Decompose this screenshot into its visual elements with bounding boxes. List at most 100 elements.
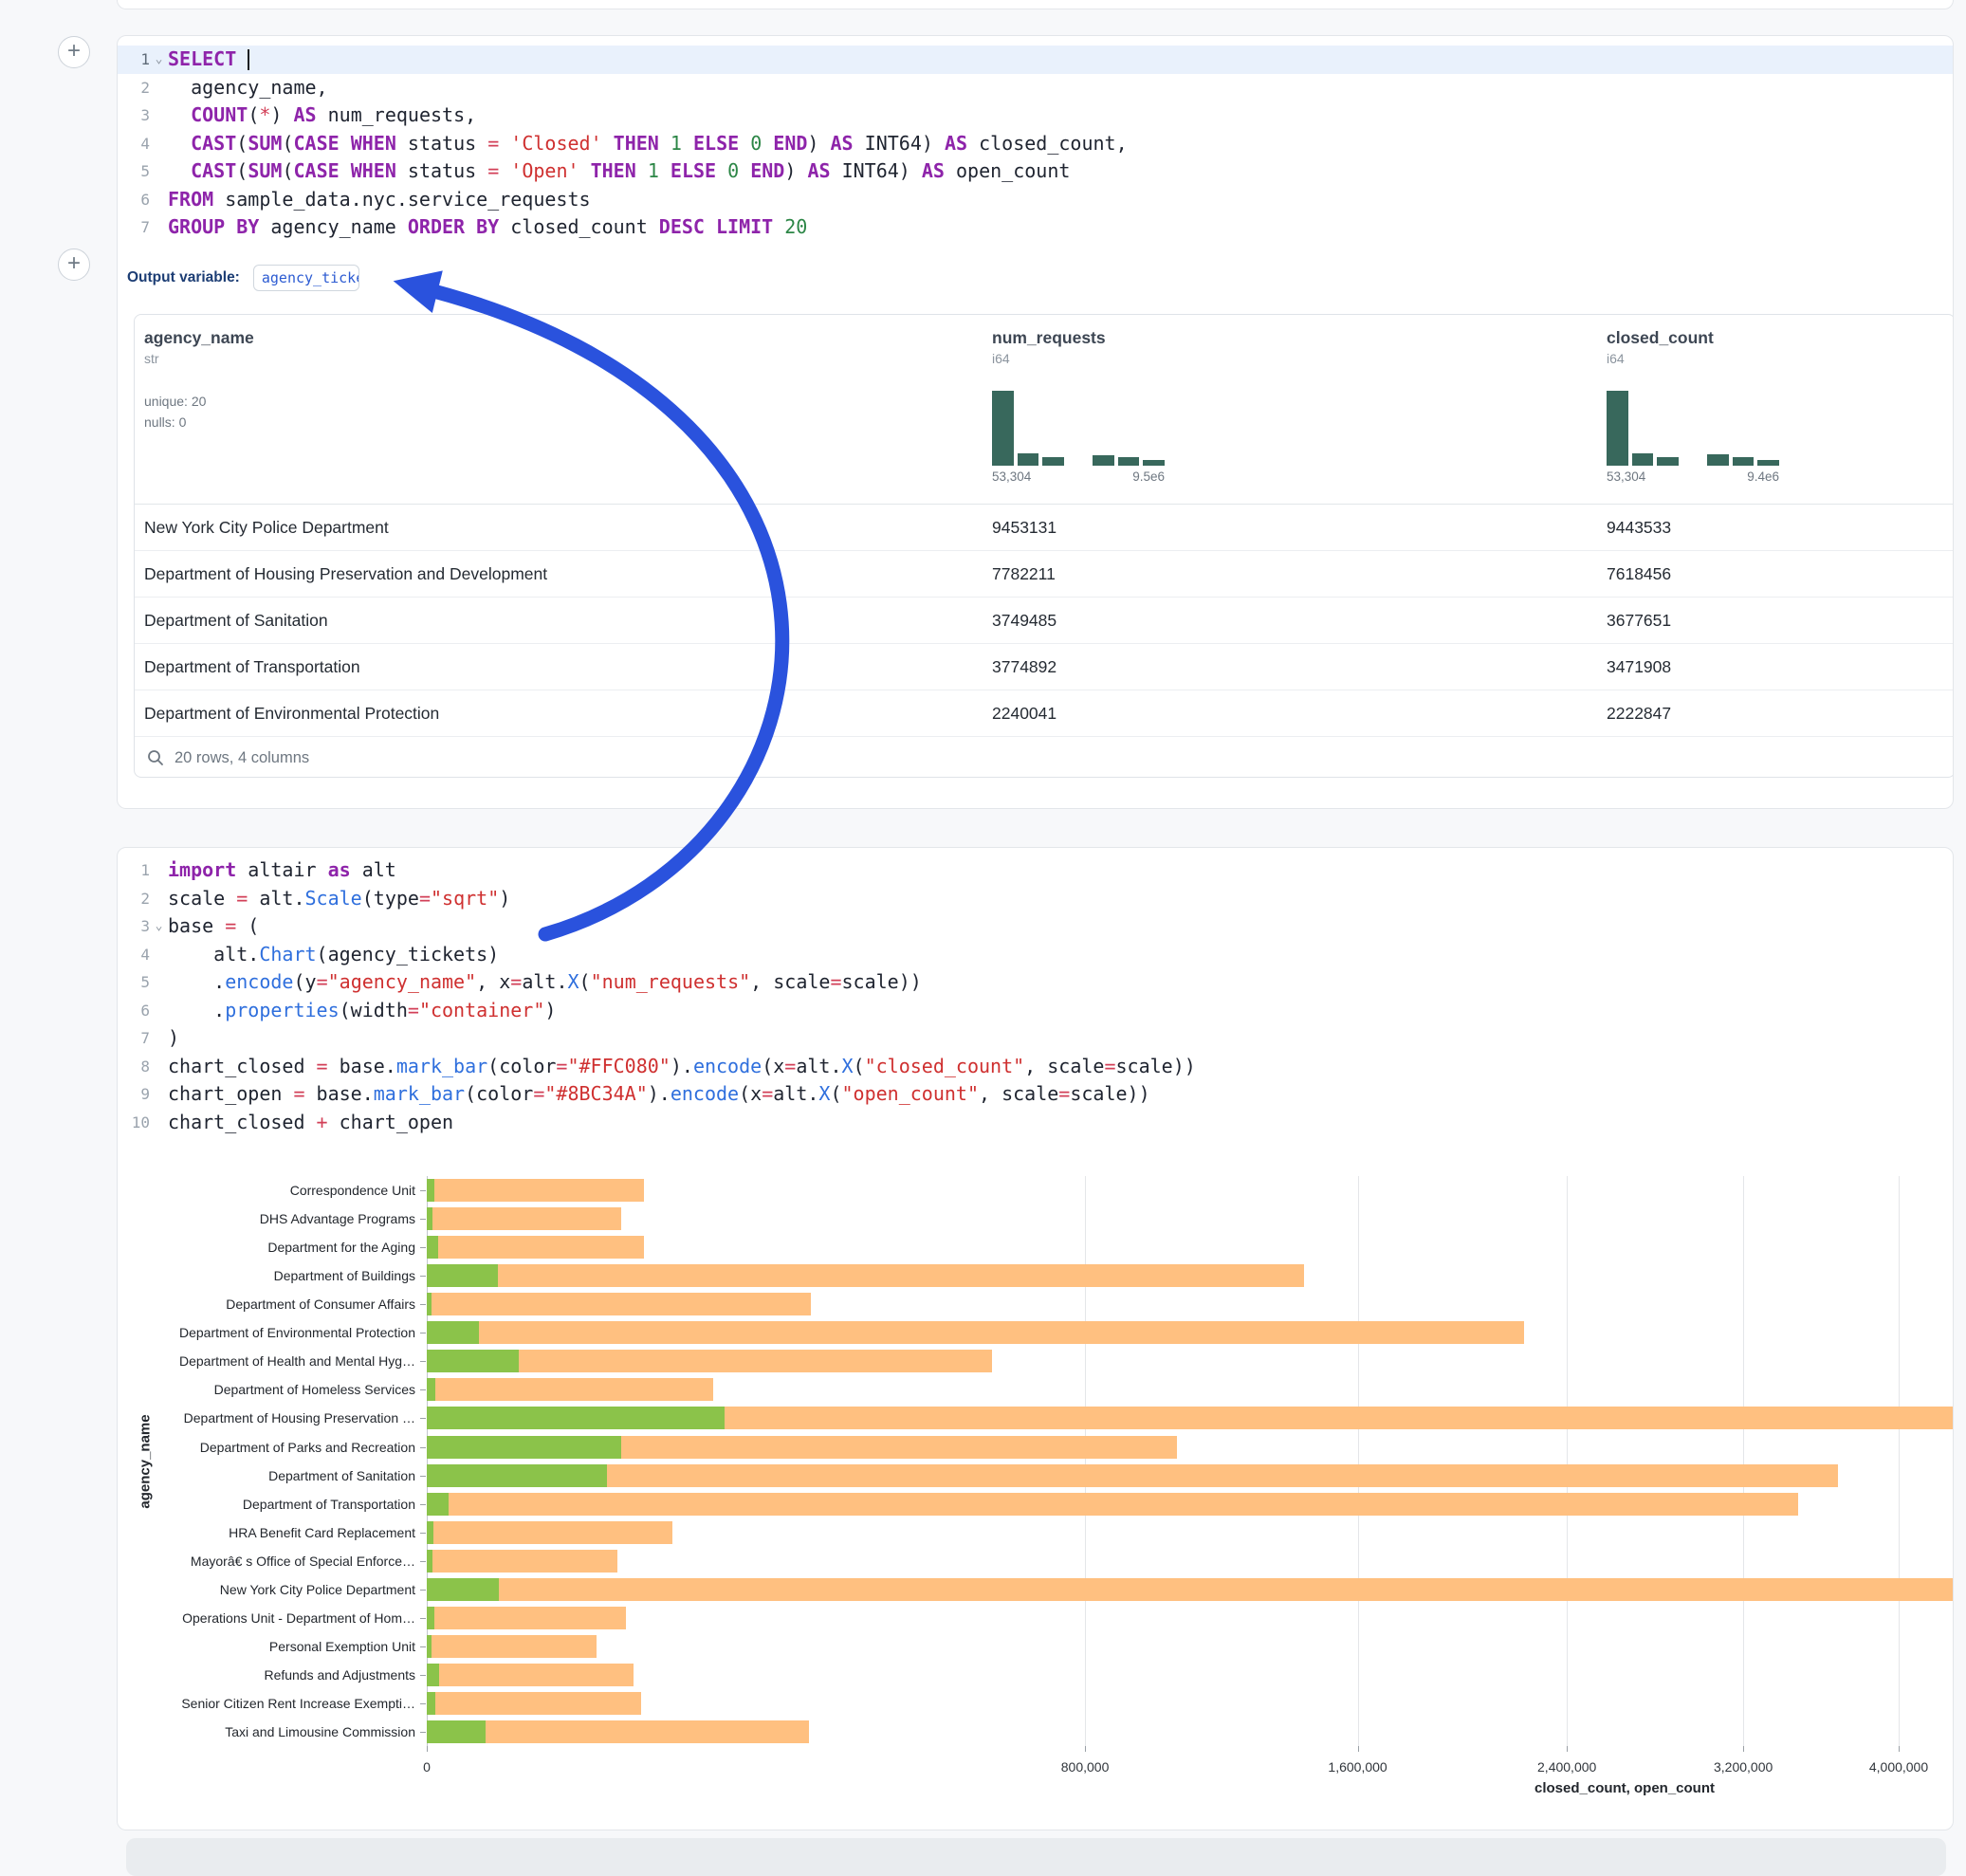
bar-open_count bbox=[427, 1664, 439, 1686]
y-axis-tick bbox=[420, 1590, 426, 1591]
line-number: 1 bbox=[118, 46, 150, 74]
search-icon[interactable] bbox=[146, 748, 165, 767]
x-tick-label: 3,200,000 bbox=[1714, 1759, 1773, 1775]
table-cell: 7618456 bbox=[1607, 551, 1671, 597]
histogram-bar bbox=[1018, 453, 1039, 466]
code-line[interactable]: 3 COUNT(*) AS num_requests, bbox=[118, 101, 1953, 130]
category-label: Personal Exemption Unit bbox=[118, 1638, 415, 1655]
histogram-bar bbox=[1042, 457, 1064, 466]
bar-open_count bbox=[427, 1578, 499, 1601]
previous-cell-edge bbox=[117, 0, 1954, 9]
fold-spacer bbox=[150, 101, 168, 130]
add-cell-button[interactable]: + bbox=[58, 36, 90, 68]
y-axis-tick bbox=[420, 1276, 426, 1277]
y-axis-tick bbox=[420, 1618, 426, 1619]
bar-open_count bbox=[427, 1607, 434, 1629]
line-number: 6 bbox=[118, 186, 150, 214]
python-cell: 1import altair as alt2scale = alt.Scale(… bbox=[117, 847, 1954, 1830]
y-axis-tick bbox=[420, 1190, 426, 1191]
y-axis-tick bbox=[420, 1219, 426, 1220]
bar-open_count bbox=[427, 1236, 438, 1259]
line-number: 2 bbox=[118, 74, 150, 102]
category-label: Department of Consumer Affairs bbox=[118, 1296, 415, 1313]
fold-spacer bbox=[150, 74, 168, 102]
category-label: Department of Transportation bbox=[118, 1496, 415, 1513]
category-label: Mayorâ€ s Office of Special Enforce… bbox=[118, 1553, 415, 1570]
output-variable-chip[interactable]: agency_tickets bbox=[253, 265, 359, 291]
code-line[interactable]: 2 agency_name, bbox=[118, 74, 1953, 102]
y-axis-tick bbox=[420, 1447, 426, 1448]
column-header-agency_name[interactable]: agency_namestrunique: 20nulls: 0 bbox=[144, 315, 254, 432]
y-axis-tick bbox=[420, 1732, 426, 1733]
category-label: Operations Unit - Department of Hom… bbox=[118, 1609, 415, 1627]
column-name: num_requests bbox=[992, 328, 1165, 348]
code-line[interactable]: 6FROM sample_data.nyc.service_requests bbox=[118, 186, 1953, 214]
table-cell: 9453131 bbox=[992, 505, 1056, 550]
table-cell: Department of Environmental Protection bbox=[144, 690, 439, 736]
code-text: SELECT bbox=[168, 46, 249, 74]
x-tick-label: 4,000,000 bbox=[1869, 1759, 1928, 1775]
fold-spacer bbox=[150, 186, 168, 214]
code-text: agency_name, bbox=[168, 74, 328, 102]
table-row: New York City Police Department 9453131 94… bbox=[135, 505, 1954, 551]
line-number: 3 bbox=[118, 101, 150, 130]
code-line[interactable]: 4 CAST(SUM(CASE WHEN status = 'Closed' T… bbox=[118, 130, 1953, 158]
column-stats: unique: 20nulls: 0 bbox=[144, 391, 254, 432]
table-cell: 3677651 bbox=[1607, 598, 1671, 643]
bar-closed_count bbox=[427, 1664, 634, 1686]
bar-open_count bbox=[427, 1464, 607, 1487]
histogram-min: 53,304 bbox=[1607, 469, 1645, 484]
histogram-max: 9.5e6 bbox=[1132, 469, 1165, 484]
code-line[interactable]: 7GROUP BY agency_name ORDER BY closed_co… bbox=[118, 213, 1953, 242]
table-cell: 9443533 bbox=[1607, 505, 1671, 550]
table-footer: 20 rows, 4 columns bbox=[135, 737, 1954, 779]
category-label: Department of Homeless Services bbox=[118, 1381, 415, 1398]
histogram-bar bbox=[1607, 391, 1628, 466]
bar-closed_count bbox=[427, 1550, 617, 1573]
y-axis-tick bbox=[420, 1476, 426, 1477]
y-axis-tick bbox=[420, 1247, 426, 1248]
bar-open_count bbox=[427, 1207, 432, 1230]
bar-open_count bbox=[427, 1321, 479, 1344]
table-cell: 3774892 bbox=[992, 644, 1056, 690]
bar-closed_count bbox=[427, 1179, 644, 1202]
line-number: 4 bbox=[118, 130, 150, 158]
grid-line bbox=[1085, 1176, 1086, 1746]
sql-editor[interactable]: 1⌄SELECT 2 agency_name,3 COUNT(*) AS num… bbox=[118, 36, 1953, 242]
code-text: COUNT(*) AS num_requests, bbox=[168, 101, 476, 130]
line-gutter: 2 bbox=[118, 74, 168, 102]
x-tick-label: 2,400,000 bbox=[1537, 1759, 1596, 1775]
table-cell: 2240041 bbox=[992, 690, 1056, 736]
y-axis-tick bbox=[420, 1646, 426, 1647]
table-cell: 2222847 bbox=[1607, 690, 1671, 736]
x-axis-tick bbox=[1567, 1746, 1568, 1752]
code-text: GROUP BY agency_name ORDER BY closed_cou… bbox=[168, 213, 807, 242]
line-gutter: 5 bbox=[118, 157, 168, 186]
category-label: Department of Parks and Recreation bbox=[118, 1439, 415, 1456]
table-cell: Department of Sanitation bbox=[144, 598, 328, 643]
category-label: Taxi and Limousine Commission bbox=[118, 1723, 415, 1740]
line-gutter: 4 bbox=[118, 130, 168, 158]
line-number: 5 bbox=[118, 157, 150, 186]
bar-closed_count bbox=[427, 1378, 713, 1401]
bar-open_count bbox=[427, 1293, 432, 1315]
add-cell-button[interactable]: + bbox=[58, 248, 90, 281]
code-line[interactable]: 5 CAST(SUM(CASE WHEN status = 'Open' THE… bbox=[118, 157, 1953, 186]
y-axis-tick bbox=[420, 1533, 426, 1534]
column-header-num_requests[interactable]: num_requestsi6453,3049.5e6 bbox=[992, 315, 1165, 484]
bar-open_count bbox=[427, 1550, 432, 1573]
table-cell: New York City Police Department bbox=[144, 505, 389, 550]
fold-chevron-icon[interactable]: ⌄ bbox=[150, 46, 168, 74]
bar-chart: closed_count, open_count agency_name 080… bbox=[118, 848, 1953, 1830]
code-line[interactable]: 1⌄SELECT bbox=[118, 46, 1953, 74]
line-gutter: 3 bbox=[118, 101, 168, 130]
y-axis-tick bbox=[420, 1361, 426, 1362]
y-axis-tick bbox=[420, 1561, 426, 1562]
table-cell: 7782211 bbox=[992, 551, 1056, 597]
category-label: Department of Environmental Protection bbox=[118, 1324, 415, 1341]
x-axis-tick bbox=[1899, 1746, 1900, 1752]
bar-closed_count bbox=[427, 1578, 1954, 1601]
result-table: agency_namestrunique: 20nulls: 0 num_requ… bbox=[134, 314, 1954, 778]
column-header-closed_count[interactable]: closed_counti6453,3049.4e6 bbox=[1607, 315, 1779, 484]
text-cursor bbox=[248, 49, 249, 70]
